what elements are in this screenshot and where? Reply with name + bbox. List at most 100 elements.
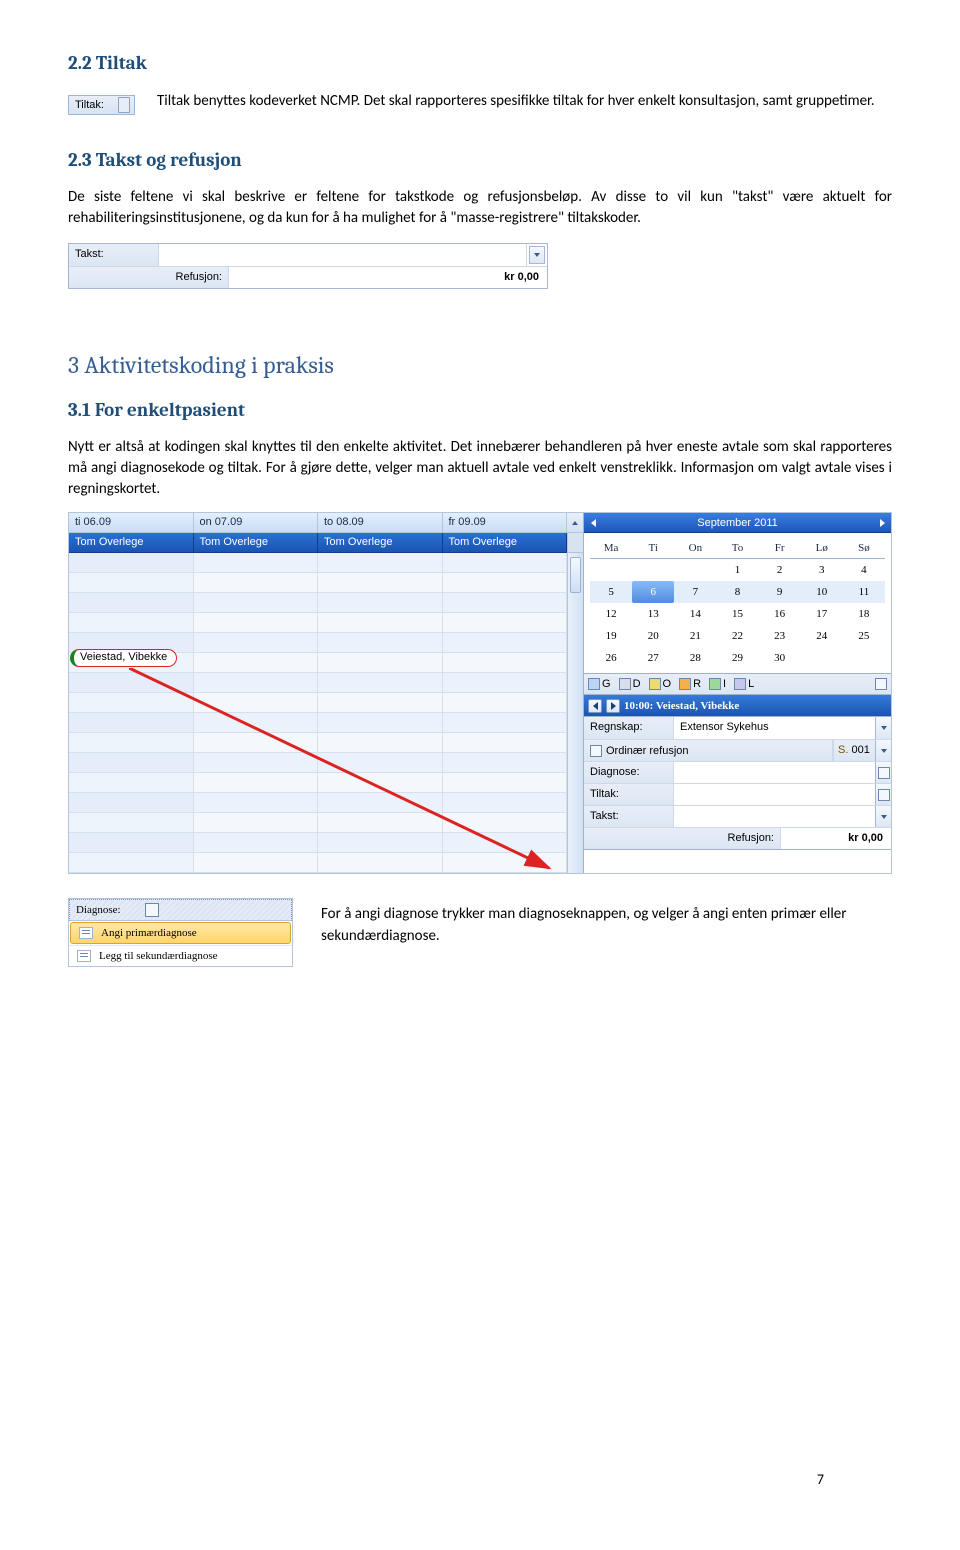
- prev-appt-button[interactable]: [588, 699, 602, 713]
- calendar-screenshot: ti 06.09 on 07.09 to 08.09 fr 09.09 Tom …: [68, 512, 892, 874]
- cal-day[interactable]: 8: [716, 581, 758, 603]
- cal-day[interactable]: 20: [632, 625, 674, 647]
- diagnose-button[interactable]: [875, 762, 891, 783]
- cal-day[interactable]: 14: [674, 603, 716, 625]
- type-filter[interactable]: L: [734, 678, 754, 690]
- day-header[interactable]: ti 06.09: [69, 513, 194, 533]
- type-filter[interactable]: O: [649, 678, 672, 690]
- heading-3: 3 Aktivitetskoding i praksis: [68, 349, 892, 383]
- type-filters-row: G D O R I L: [584, 673, 891, 695]
- person-header[interactable]: Tom Overlege: [443, 533, 568, 553]
- regnskap-value: Extensor Sykehus: [674, 717, 875, 739]
- cal-day[interactable]: 28: [674, 647, 716, 669]
- cal-day[interactable]: 22: [716, 625, 758, 647]
- cal-day[interactable]: [843, 647, 885, 669]
- takst-input[interactable]: [159, 244, 527, 266]
- prev-month-button[interactable]: [584, 513, 602, 532]
- chevron-down-icon: [881, 815, 887, 819]
- weekday-head: Fr: [759, 537, 801, 559]
- list-icon: [878, 767, 890, 779]
- day-header-row: ti 06.09 on 07.09 to 08.09 fr 09.09: [69, 513, 583, 533]
- cal-day[interactable]: 27: [632, 647, 674, 669]
- diagnose-example-block: Diagnose: Angi primærdiagnose Legg til s…: [68, 898, 892, 967]
- type-filter[interactable]: G: [588, 678, 611, 690]
- para-3-1: Nytt er altså at kodingen skal knyttes t…: [68, 437, 892, 500]
- cal-day[interactable]: 9: [759, 581, 801, 603]
- dropdown-button[interactable]: [875, 717, 891, 739]
- type-label: I: [723, 678, 726, 690]
- month-header: September 2011: [584, 513, 891, 533]
- person-header-row: Tom Overlege Tom Overlege Tom Overlege T…: [69, 533, 583, 553]
- tiltak-button[interactable]: [875, 784, 891, 805]
- gear-icon: [875, 678, 887, 690]
- cal-day-selected[interactable]: 6: [632, 581, 674, 603]
- appointment[interactable]: Veiestad, Vibekke: [70, 649, 177, 667]
- vertical-scrollbar[interactable]: [567, 553, 583, 873]
- cal-day[interactable]: 11: [843, 581, 885, 603]
- weekday-head: Ti: [632, 537, 674, 559]
- cal-day[interactable]: 23: [759, 625, 801, 647]
- dropdown-button[interactable]: [875, 806, 891, 827]
- cal-day[interactable]: 19: [590, 625, 632, 647]
- next-month-button[interactable]: [873, 513, 891, 532]
- cal-day[interactable]: 30: [759, 647, 801, 669]
- cal-day[interactable]: [801, 647, 843, 669]
- regnskap-input[interactable]: Extensor Sykehus: [674, 717, 891, 739]
- cal-day[interactable]: 26: [590, 647, 632, 669]
- scroll-up-button[interactable]: [567, 513, 583, 533]
- cal-day[interactable]: 4: [843, 559, 885, 582]
- cal-day[interactable]: 18: [843, 603, 885, 625]
- side-field[interactable]: S. 001: [833, 740, 891, 761]
- person-header[interactable]: Tom Overlege: [318, 533, 443, 553]
- day-header[interactable]: fr 09.09: [443, 513, 568, 533]
- settings-button[interactable]: [875, 678, 887, 690]
- type-label: L: [748, 678, 754, 690]
- cal-day[interactable]: 2: [759, 559, 801, 582]
- weekday-head: Sø: [843, 537, 885, 559]
- cal-day[interactable]: 1: [716, 559, 758, 582]
- cal-day[interactable]: 12: [590, 603, 632, 625]
- cal-day[interactable]: 24: [801, 625, 843, 647]
- cal-day[interactable]: 13: [632, 603, 674, 625]
- diagnose-explain-text: For å angi diagnose trykker man diagnose…: [321, 898, 892, 948]
- type-filter[interactable]: D: [619, 678, 641, 690]
- heading-3-1: 3.1 For enkeltpasient: [68, 397, 892, 424]
- type-filter[interactable]: R: [679, 678, 701, 690]
- cal-day[interactable]: 10: [801, 581, 843, 603]
- cal-day[interactable]: 25: [843, 625, 885, 647]
- takst-input[interactable]: [674, 806, 891, 827]
- person-header[interactable]: Tom Overlege: [194, 533, 319, 553]
- cal-day[interactable]: 16: [759, 603, 801, 625]
- cal-day[interactable]: 7: [674, 581, 716, 603]
- checkbox-icon[interactable]: [590, 745, 602, 757]
- mini-calendar[interactable]: Ma Ti On To Fr Lø Sø 1 2: [584, 533, 891, 673]
- takst-dropdown-button[interactable]: [529, 246, 545, 264]
- calendar-grid[interactable]: Veiestad, Vibekke: [69, 553, 567, 873]
- dropdown-button[interactable]: [875, 740, 891, 761]
- cal-day[interactable]: 3: [801, 559, 843, 582]
- person-header[interactable]: Tom Overlege: [69, 533, 194, 553]
- menu-button-icon[interactable]: [145, 903, 159, 917]
- day-header[interactable]: on 07.09: [194, 513, 319, 533]
- cal-day[interactable]: 5: [590, 581, 632, 603]
- cal-day[interactable]: 15: [716, 603, 758, 625]
- tiltak-input[interactable]: [674, 784, 891, 805]
- takst-label: Takst:: [69, 244, 159, 266]
- takst-label: Takst:: [584, 806, 674, 827]
- cal-day[interactable]: 21: [674, 625, 716, 647]
- cal-day[interactable]: 17: [801, 603, 843, 625]
- chevron-right-icon: [880, 519, 885, 527]
- cal-day[interactable]: [590, 559, 632, 582]
- cal-day[interactable]: [674, 559, 716, 582]
- day-header[interactable]: to 08.09: [318, 513, 443, 533]
- next-appt-button[interactable]: [606, 699, 620, 713]
- type-icon: [709, 678, 721, 690]
- diagnose-input[interactable]: [674, 762, 891, 783]
- cal-day[interactable]: 29: [716, 647, 758, 669]
- menu-item-primary-diag[interactable]: Angi primærdiagnose: [70, 922, 291, 944]
- type-filter[interactable]: I: [709, 678, 726, 690]
- menu-item-secondary-diag[interactable]: Legg til sekundærdiagnose: [69, 945, 292, 966]
- cal-day[interactable]: [632, 559, 674, 582]
- document-icon: [77, 950, 91, 962]
- scrollbar-thumb[interactable]: [570, 557, 581, 593]
